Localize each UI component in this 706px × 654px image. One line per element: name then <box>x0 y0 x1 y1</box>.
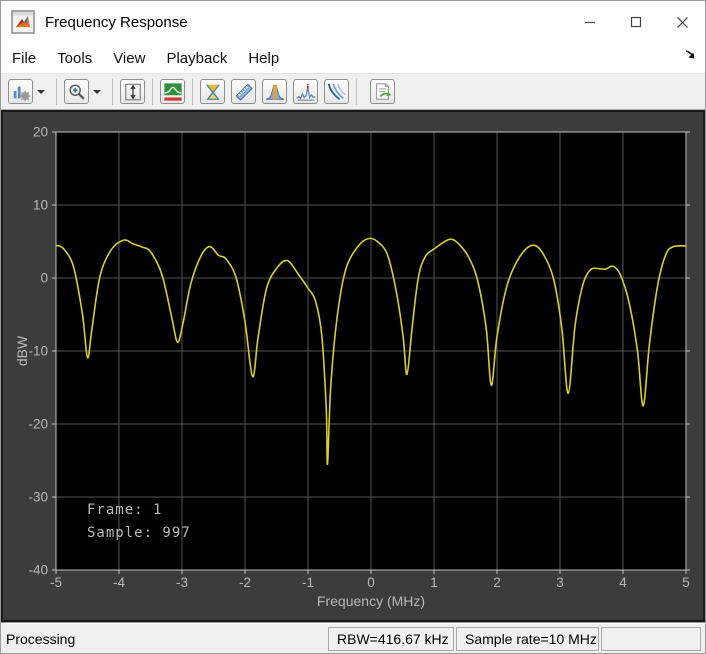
y-tick-label: 10 <box>33 198 48 213</box>
maximize-button[interactable] <box>613 1 659 43</box>
window-title: Frequency Response <box>45 14 188 31</box>
matlab-scope-icon <box>11 10 35 34</box>
status-sample-rate: Sample rate=10 MHz <box>456 627 599 651</box>
x-tick-label: -1 <box>302 575 314 590</box>
toolbar <box>1 73 705 110</box>
status-empty-segment <box>601 627 701 651</box>
spectrum-settings-dropdown-caret <box>37 90 45 94</box>
zoom-in-icon <box>64 79 89 104</box>
spectrum-spectrogram-view-button[interactable] <box>159 78 186 105</box>
plot-canvas[interactable]: -5-4-3-2-1012345-40-30-20-1001020Frequen… <box>3 112 705 620</box>
menu-tools[interactable]: Tools <box>56 48 93 69</box>
menu-playback[interactable]: Playback <box>165 48 228 69</box>
y-tick-label: -30 <box>28 490 48 505</box>
minimize-icon <box>584 16 596 28</box>
scale-y-axis-icon <box>120 79 145 104</box>
x-tick-label: 1 <box>430 575 438 590</box>
channel-measurements-button[interactable] <box>261 78 288 105</box>
x-axis-label: Frequency (MHz) <box>317 593 425 609</box>
x-tick-label: 5 <box>682 575 690 590</box>
y-tick-label: -10 <box>28 344 48 359</box>
minimize-button[interactable] <box>567 1 613 43</box>
cursor-measurements-icon <box>200 79 225 104</box>
menu-file[interactable]: File <box>11 48 37 69</box>
zoom-dropdown-caret <box>93 90 101 94</box>
x-tick-label: 3 <box>556 575 564 590</box>
peak-finder-icon <box>293 79 318 104</box>
x-tick-label: 2 <box>493 575 501 590</box>
menu-view[interactable]: View <box>112 48 146 69</box>
maximize-icon <box>630 16 642 28</box>
ruler-icon <box>231 79 256 104</box>
ccdf-icon <box>324 79 349 104</box>
y-tick-label: -40 <box>28 563 48 578</box>
zoom-button[interactable] <box>63 78 106 105</box>
signal-statistics-button[interactable] <box>230 78 257 105</box>
y-axis-label: dBW <box>14 335 30 366</box>
toolbar-separator <box>356 79 357 105</box>
x-tick-label: -2 <box>239 575 251 590</box>
status-processing: Processing <box>3 631 75 647</box>
statusbar: Processing RBW=416.67 kHz Sample rate=10… <box>1 622 705 654</box>
toolbar-separator <box>152 79 153 105</box>
spectrum-settings-button[interactable] <box>7 78 50 105</box>
dock-arrow-icon[interactable] <box>683 47 697 61</box>
y-tick-label: -20 <box>28 417 48 432</box>
frequency-response-window: Frequency Response File Tools <box>0 0 706 654</box>
toolbar-separator <box>112 79 113 105</box>
close-icon <box>676 16 689 29</box>
x-tick-label: -5 <box>50 575 62 590</box>
occupied-bandwidth-icon <box>262 79 287 104</box>
x-tick-label: 0 <box>367 575 375 590</box>
menu-help[interactable]: Help <box>247 48 280 69</box>
spectrum-settings-icon <box>8 79 33 104</box>
annotation-sample: Sample: 997 <box>87 525 191 541</box>
peak-finder-button[interactable] <box>292 78 319 105</box>
toolbar-separator <box>56 79 57 105</box>
toolbar-separator <box>192 79 193 105</box>
spectrum-spectrogram-icon <box>160 79 185 104</box>
y-tick-label: 20 <box>33 125 48 140</box>
annotation-frame: Frame: 1 <box>87 502 162 518</box>
x-tick-label: -3 <box>176 575 188 590</box>
close-button[interactable] <box>659 1 705 43</box>
plot-region: -5-4-3-2-1012345-40-30-20-1001020Frequen… <box>1 110 705 622</box>
ccdf-measurements-button[interactable] <box>323 78 350 105</box>
cursor-measurements-button[interactable] <box>199 78 226 105</box>
x-tick-label: 4 <box>619 575 627 590</box>
export-document-icon <box>370 79 395 104</box>
menubar: File Tools View Playback Help <box>1 43 705 73</box>
x-tick-label: -4 <box>113 575 125 590</box>
scale-y-axis-button[interactable] <box>119 78 146 105</box>
y-tick-label: 0 <box>40 271 48 286</box>
titlebar: Frequency Response <box>1 1 705 43</box>
playback-export-button[interactable] <box>369 78 396 105</box>
status-rbw: RBW=416.67 kHz <box>328 627 454 651</box>
